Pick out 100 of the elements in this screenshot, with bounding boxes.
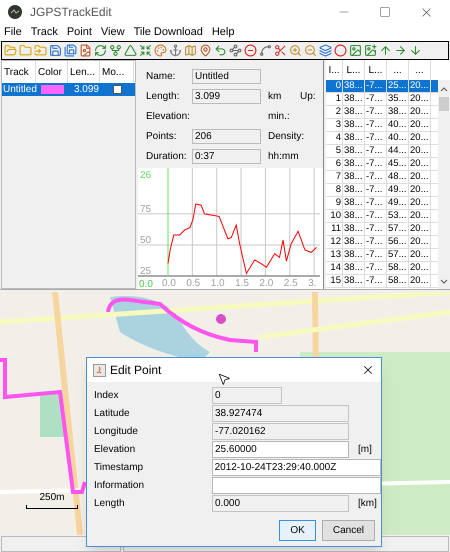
- chart-max-label: 26: [140, 169, 152, 183]
- point-row[interactable]: 0 38... -7... 25... 20...: [326, 80, 438, 93]
- spline-icon[interactable]: [259, 44, 272, 57]
- map-icon[interactable]: [184, 44, 197, 57]
- track-row[interactable]: Untitled 3.099: [2, 83, 135, 96]
- scroll-up-icon[interactable]: [440, 86, 448, 92]
- arrow-down-icon[interactable]: [409, 44, 422, 57]
- x-tick-label: 0.5: [186, 278, 200, 288]
- table-cell: -7...: [365, 223, 387, 235]
- table-cell: 40...: [387, 132, 409, 144]
- folder-icon[interactable]: [19, 44, 32, 57]
- info-label: Up:: [300, 90, 316, 104]
- table-cell: 20...: [409, 119, 431, 131]
- table-cell: 38...: [343, 223, 365, 235]
- arrow-right-icon[interactable]: [394, 44, 407, 57]
- menu-item[interactable]: Track: [30, 24, 58, 41]
- zoom-out-icon[interactable]: [304, 44, 317, 57]
- point-row[interactable]: 2 38... -7... 38... 20...: [326, 106, 438, 119]
- menu-item[interactable]: File: [4, 24, 22, 41]
- point-row[interactable]: 6 38... -7... 45... 20...: [326, 158, 438, 171]
- menu-item[interactable]: Point: [66, 24, 92, 41]
- scroll-thumb[interactable]: [439, 97, 449, 111]
- input-field[interactable]: 2012-10-24T23:29:40.000Z: [212, 459, 381, 476]
- refresh-icon[interactable]: [94, 44, 107, 57]
- scissors-icon[interactable]: [274, 44, 287, 57]
- table-cell: 8: [326, 184, 343, 196]
- scroll-down-icon[interactable]: [440, 279, 448, 285]
- table-cell: 38...: [343, 262, 365, 274]
- point-row[interactable]: 9 38... -7... 49... 20...: [326, 197, 438, 210]
- app-logo-icon: [8, 5, 22, 19]
- table-cell: 20...: [409, 262, 431, 274]
- table-cell: -7...: [365, 197, 387, 209]
- point-row[interactable]: 3 38... -7... 40... 20...: [326, 119, 438, 132]
- point-row[interactable]: 5 38... -7... 44... 20...: [326, 145, 438, 158]
- table-cell: 38...: [343, 210, 365, 222]
- table-cell: -7...: [365, 236, 387, 248]
- table-cell: 38...: [343, 119, 365, 131]
- table-cell: 20...: [409, 184, 431, 196]
- folder-icon[interactable]: [34, 44, 47, 57]
- point-row[interactable]: 4 38... -7... 40... 20...: [326, 132, 438, 145]
- table-cell: 10: [326, 210, 343, 222]
- y-tick-label: 25: [140, 266, 152, 277]
- window-title: JGPSTrackEdit: [30, 4, 112, 21]
- fork-icon[interactable]: [109, 44, 122, 57]
- maximize-icon[interactable]: [379, 6, 391, 18]
- map-file-icon[interactable]: [79, 44, 92, 57]
- shrink-icon[interactable]: [139, 44, 152, 57]
- table-cell: -7...: [365, 171, 387, 183]
- table-cell: 38...: [343, 80, 365, 92]
- picture-icon[interactable]: [349, 44, 362, 57]
- info-field: 0:37: [192, 149, 261, 164]
- java-icon: [93, 364, 106, 376]
- point-row[interactable]: 11 38... -7... 57... 20...: [326, 223, 438, 236]
- table-cell: 53...: [387, 210, 409, 222]
- table-cell: 38...: [343, 275, 365, 287]
- table-cell: -7...: [365, 249, 387, 261]
- table-cell: -7...: [365, 119, 387, 131]
- table-cell: 20...: [409, 93, 431, 105]
- waypoints-icon[interactable]: [229, 44, 242, 57]
- point-row[interactable]: 12 38... -7... 56... 20...: [326, 236, 438, 249]
- table-cell: 20...: [409, 158, 431, 170]
- point-row[interactable]: 14 38... -7... 58... 20...: [326, 262, 438, 275]
- point-row[interactable]: 8 38... -7... 49... 20...: [326, 184, 438, 197]
- peak-icon[interactable]: [124, 44, 137, 57]
- table-cell: 4: [326, 132, 343, 144]
- close-icon[interactable]: [361, 363, 375, 377]
- table-cell: 58...: [387, 275, 409, 287]
- unit-label: km: [268, 90, 282, 104]
- point-row[interactable]: 1 38... -7... 35... 20...: [326, 93, 438, 106]
- menu-item[interactable]: Tile Download: [134, 24, 203, 41]
- input-field[interactable]: [212, 477, 381, 494]
- dialog-button[interactable]: OK: [279, 520, 316, 541]
- menu-item[interactable]: View: [100, 24, 125, 41]
- point-row[interactable]: 13 38... -7... 57... 20...: [326, 249, 438, 262]
- table-cell: -7...: [365, 132, 387, 144]
- layers-icon[interactable]: [319, 44, 332, 57]
- zoom-in-icon[interactable]: [289, 44, 302, 57]
- point-row[interactable]: 15 38... -7... 58... 20...: [326, 275, 438, 288]
- field-label: Index: [94, 389, 120, 403]
- table-cell: -7...: [365, 80, 387, 92]
- checkbox[interactable]: [112, 85, 122, 94]
- table-cell: 38...: [343, 106, 365, 118]
- remove-icon[interactable]: [244, 44, 257, 57]
- picture-add-icon[interactable]: [364, 44, 377, 57]
- save-icon[interactable]: [49, 44, 62, 57]
- dialog-button[interactable]: Cancel: [322, 520, 375, 541]
- menu-item[interactable]: Help: [212, 24, 234, 41]
- map-pin-icon[interactable]: [199, 44, 212, 57]
- scrollbar[interactable]: [438, 80, 450, 289]
- folder-icon[interactable]: [4, 44, 17, 57]
- info-label: Name:: [146, 70, 176, 84]
- save-icon[interactable]: [64, 44, 77, 57]
- undo-icon[interactable]: [214, 44, 227, 57]
- input-field[interactable]: 25.60000: [212, 441, 349, 458]
- anchor-icon[interactable]: [169, 44, 182, 57]
- palette-icon[interactable]: [154, 44, 167, 57]
- point-row[interactable]: 7 38... -7... 48... 20...: [326, 171, 438, 184]
- arrow-up-icon[interactable]: [379, 44, 392, 57]
- dot-icon[interactable]: [334, 44, 347, 57]
- point-row[interactable]: 10 38... -7... 53... 20...: [326, 210, 438, 223]
